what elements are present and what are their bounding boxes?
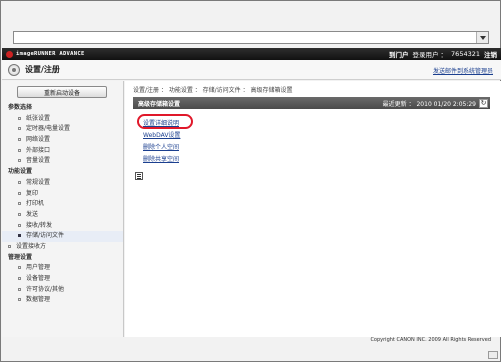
sidebar-item-label: 网络设置: [26, 136, 51, 144]
sidebar-section: 功能设置: [2, 167, 123, 178]
bullet-icon: [18, 266, 21, 270]
bullet-icon: [18, 148, 21, 152]
bullet-icon: [18, 234, 21, 238]
sidebar-item[interactable]: 发送: [2, 210, 123, 221]
panel-header: 高级存储箱设置 最近更新 ： 2010 01/20 2:05:29 ↻: [133, 97, 490, 109]
login-user-id: 7654321: [451, 50, 480, 58]
sidebar-item-label: 设置接收方: [16, 242, 47, 250]
sidebar-item-label: 发送: [26, 210, 39, 218]
bullet-icon: [18, 191, 21, 195]
sidebar-item-label: 音量设置: [26, 157, 51, 165]
bullet-icon: [18, 127, 21, 131]
sidebar-section: 参数选择: [2, 103, 123, 114]
sidebar-item[interactable]: 数据管理: [2, 295, 123, 306]
sidebar-item-label: 常规设置: [26, 178, 51, 186]
page-title: 设置/注册: [25, 65, 60, 74]
sidebar-item[interactable]: 设备管理: [2, 274, 123, 285]
last-updated: 最近更新 ： 2010 01/20 2:05:29: [382, 100, 476, 108]
bullet-icon: [18, 202, 21, 206]
bullet-icon: [8, 244, 11, 248]
bullet-icon: [18, 223, 21, 227]
bullet-icon: [18, 116, 21, 120]
menu-toggle-button[interactable]: [135, 172, 143, 180]
refresh-icon: ↻: [480, 98, 487, 107]
list-icon: [137, 175, 141, 177]
sidebar-item[interactable]: 音量设置: [2, 156, 123, 167]
sidebar-item-label: 纸张设置: [26, 114, 51, 122]
portal-link[interactable]: 到门户: [389, 49, 409, 59]
sidebar-item[interactable]: 纸张设置: [2, 114, 123, 125]
bullet-icon: [18, 287, 21, 291]
sidebar-item-label: 功能设置: [8, 168, 33, 176]
bullet-icon: [18, 159, 21, 163]
address-dropdown-button[interactable]: [476, 32, 488, 43]
address-bar[interactable]: [13, 31, 489, 44]
sidebar-item[interactable]: 设置接收方: [2, 242, 123, 253]
canon-logo-icon: [6, 50, 13, 58]
breadcrumb: 设置/注册 ： 功能设置 ： 存储/访问文件 ： 高级存储箱设置: [133, 87, 293, 94]
sidebar-nav: 参数选择纸张设置定时器/电量设置 网络设置外部接口音量设置功能设置常规设置复印打印…: [2, 103, 123, 306]
sidebar-item[interactable]: 接收/转发: [2, 221, 123, 232]
app-header: imageRUNNER ADVANCE 到门户 登录用户 ： 7654321 注…: [2, 48, 501, 60]
sidebar-item-label: 接收/转发: [26, 221, 53, 229]
sidebar-item[interactable]: 打印机: [2, 199, 123, 210]
sidebar-item-label: 定时器/电量设置: [26, 125, 71, 133]
sidebar-item-label: 存储/访问文件: [26, 232, 65, 240]
refresh-button[interactable]: ↻: [479, 98, 488, 108]
sidebar: 重新启动设备 参数选择纸张设置定时器/电量设置 网络设置外部接口音量设置功能设置常…: [2, 81, 124, 337]
link-delete-shared-space[interactable]: 删除共享空间: [143, 154, 180, 166]
bullet-icon: [18, 277, 21, 280]
sidebar-item[interactable]: 存储/访问文件: [2, 231, 123, 242]
sidebar-item[interactable]: 网络设置: [2, 135, 123, 146]
sidebar-section: 管理设置: [2, 253, 123, 264]
sidebar-item-label: 参数选择: [8, 104, 33, 111]
panel-title: 高级存储箱设置: [138, 100, 181, 108]
sidebar-item[interactable]: 复印: [2, 189, 123, 200]
login-user-label: 登录用户 ：: [412, 51, 448, 59]
sidebar-item-label: 管理设置: [8, 253, 33, 261]
sidebar-item-label: 复印: [26, 189, 39, 197]
sidebar-item[interactable]: 外部接口: [2, 146, 123, 157]
sidebar-item[interactable]: 用户管理: [2, 263, 123, 274]
copyright: Copyright CANON INC. 2009 All Rights Res…: [370, 337, 491, 343]
settings-gear-icon: [8, 63, 20, 76]
bullet-icon: [18, 180, 21, 184]
title-bar: 设置/注册 发送邮件到系统管理员: [2, 60, 501, 80]
bullet-icon: [18, 138, 21, 142]
sidebar-item-label: 数据管理: [26, 296, 51, 304]
bullet-icon: [18, 212, 21, 216]
email-admin-link[interactable]: 发送邮件到系统管理员: [433, 66, 493, 75]
sidebar-item[interactable]: 定时器/电量设置: [2, 124, 123, 135]
sidebar-item[interactable]: 许可协议/其他: [2, 285, 123, 296]
sidebar-item-label: 设备管理: [26, 275, 51, 282]
highlight-circle: [137, 114, 193, 129]
link-webdav-settings[interactable]: WebDAV设置: [143, 130, 180, 142]
sidebar-item-label: 许可协议/其他: [26, 285, 65, 293]
browser-window: imageRUNNER ADVANCE 到门户 登录用户 ： 7654321 注…: [0, 0, 501, 362]
sidebar-item-label: 用户管理: [26, 264, 51, 272]
bullet-icon: [18, 298, 21, 302]
chevron-down-icon: [479, 35, 486, 40]
link-delete-personal-space[interactable]: 删除个人空间: [143, 142, 180, 154]
sidebar-item-label: 外部接口: [26, 146, 51, 154]
restart-device-button[interactable]: 重新启动设备: [17, 86, 107, 98]
sidebar-item[interactable]: 常规设置: [2, 178, 123, 189]
logout-link[interactable]: 注销: [484, 49, 497, 59]
product-brand: imageRUNNER ADVANCE: [16, 51, 85, 57]
sidebar-item-label: 打印机: [26, 200, 45, 208]
resize-grip[interactable]: [488, 351, 498, 359]
main-content: 设置/注册 ： 功能设置 ： 存储/访问文件 ： 高级存储箱设置 高级存储箱设置…: [125, 81, 501, 337]
